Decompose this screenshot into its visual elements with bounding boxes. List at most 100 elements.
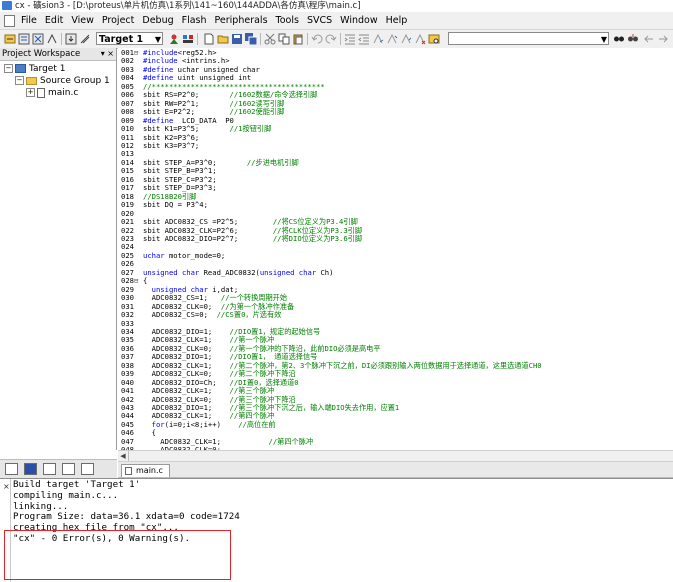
- find-in-files-icon[interactable]: [428, 33, 440, 45]
- code-line: 045 for(i=0;i<8;i++) //高位在前: [118, 419, 542, 429]
- save-all-icon[interactable]: [245, 33, 257, 45]
- code-comment: //1按钮引脚: [229, 124, 272, 134]
- find-select[interactable]: ▼: [448, 32, 609, 45]
- panel-close-button[interactable]: ▾ ×: [101, 48, 114, 60]
- target-icon: [15, 64, 26, 73]
- menu-item-file[interactable]: File: [17, 12, 41, 29]
- scroll-left-icon[interactable]: ◀: [118, 451, 129, 461]
- menu-item-project[interactable]: Project: [98, 12, 139, 29]
- window-title-bar: cx - 礦sion3 - [D:\proteus\单片机仿真\1系列\141~…: [0, 0, 673, 12]
- horizontal-scrollbar[interactable]: ◀: [118, 450, 673, 462]
- code-line: 027 unsigned char Read_ADC0832(unsigned …: [118, 267, 542, 277]
- files-tab-icon[interactable]: [5, 463, 18, 475]
- menu-item-svcs[interactable]: SVCS: [303, 12, 336, 29]
- incremental-find-icon[interactable]: [627, 33, 639, 45]
- menu-item-peripherals[interactable]: Peripherals: [211, 12, 272, 29]
- tree-item[interactable]: + main.c: [0, 87, 116, 99]
- project-workspace-panel: Project Workspace ▾ × − Target 1− Source G…: [0, 48, 117, 450]
- bookmark-icon[interactable]: [372, 33, 384, 45]
- code-comment: //高位在前: [238, 419, 276, 429]
- tree-item[interactable]: − Target 1: [0, 63, 116, 75]
- download-icon[interactable]: [65, 33, 77, 45]
- file-tab-main-c[interactable]: main.c: [121, 464, 170, 477]
- undo-icon[interactable]: [311, 33, 323, 45]
- code-line: 025 uchar motor_mode=0;: [118, 250, 542, 260]
- clear-bookmarks-icon[interactable]: [414, 33, 426, 45]
- code-line: 012 sbit K3=P3^7;: [118, 141, 542, 150]
- panel-header: Project Workspace ▾ ×: [0, 48, 116, 61]
- toolbar-separator: [307, 33, 308, 45]
- code-text: sbit DQ = P3^4;: [143, 200, 208, 210]
- file-tab-strip: main.c: [118, 462, 673, 478]
- tree-item[interactable]: − Source Group 1: [0, 75, 116, 87]
- c-file-icon: [125, 467, 132, 475]
- toolbar-separator: [61, 33, 62, 45]
- collapse-icon[interactable]: −: [4, 64, 13, 73]
- target-select-value: Target 1: [99, 34, 144, 45]
- forward-icon[interactable]: [657, 33, 669, 45]
- toolbar-separator: [260, 33, 261, 45]
- code-comment: //CS置0，片选有效: [216, 310, 282, 320]
- menu-item-debug[interactable]: Debug: [138, 12, 177, 29]
- code-comment: //1602使能引脚: [229, 107, 285, 117]
- code-comment: //第四个脉冲: [268, 436, 314, 446]
- code-editor[interactable]: 001⊟ #include<reg52.h> 002 #include <intri…: [118, 48, 673, 450]
- code-line: 032 ADC0832_CS=0; //CS置0，片选有效: [118, 310, 542, 320]
- cut-icon[interactable]: [264, 33, 276, 45]
- build-target-icon[interactable]: [4, 33, 16, 45]
- new-file-icon[interactable]: [203, 33, 215, 45]
- books-tab-icon[interactable]: [43, 463, 56, 475]
- save-icon[interactable]: [231, 33, 243, 45]
- menu-item-edit[interactable]: Edit: [41, 12, 67, 29]
- target-select[interactable]: Target 1 ▼: [96, 32, 163, 45]
- menu-item-window[interactable]: Window: [336, 12, 381, 29]
- file-icon: [37, 87, 45, 98]
- code-text: Ch): [316, 267, 334, 277]
- functions-tab-icon[interactable]: [62, 463, 75, 475]
- regs-tab-icon[interactable]: [24, 463, 37, 475]
- menu-item-flash[interactable]: Flash: [178, 12, 211, 29]
- menu-bar: File Edit View Project Debug Flash Peripherals…: [0, 12, 673, 30]
- unindent-icon[interactable]: [358, 33, 370, 45]
- app-icon: [2, 1, 12, 10]
- code-comment: //步进电机引脚: [246, 157, 299, 167]
- menu-item-view[interactable]: View: [67, 12, 98, 29]
- menu-item-tools[interactable]: Tools: [272, 12, 303, 29]
- code-text: motor_mode=0;: [164, 250, 226, 260]
- target-options-icon[interactable]: [168, 33, 180, 45]
- code-text: Read_ADC0832(: [199, 267, 260, 277]
- paste-icon[interactable]: [292, 33, 304, 45]
- panel-title: Project Workspace: [2, 49, 81, 59]
- code-keyword: unsigned char: [259, 267, 317, 277]
- indent-icon[interactable]: [344, 33, 356, 45]
- open-file-icon[interactable]: [217, 33, 229, 45]
- code-text: ADC0832_CS=0;: [143, 310, 217, 320]
- panel-tab-strip: [0, 459, 117, 478]
- code-line: 019 sbit DQ = P3^4;: [118, 200, 542, 210]
- toolbar-separator: [340, 33, 341, 45]
- chevron-down-icon: ▼: [154, 35, 161, 44]
- back-icon[interactable]: [643, 33, 655, 45]
- expand-icon[interactable]: +: [26, 88, 35, 97]
- translate-icon[interactable]: [46, 33, 58, 45]
- rebuild-icon[interactable]: [18, 33, 30, 45]
- toolbar: Target 1 ▼ ▼: [0, 30, 673, 49]
- chevron-down-icon: ▼: [600, 35, 607, 44]
- options-icon[interactable]: [79, 33, 91, 45]
- redo-icon[interactable]: [325, 33, 337, 45]
- copy-icon[interactable]: [278, 33, 290, 45]
- prev-bookmark-icon[interactable]: [386, 33, 398, 45]
- tree-item-label: Target 1: [29, 64, 66, 74]
- output-close-icon[interactable]: ×: [3, 482, 10, 491]
- menu-item-help[interactable]: Help: [382, 12, 412, 29]
- components-icon[interactable]: [182, 33, 194, 45]
- batch-build-icon[interactable]: [32, 33, 44, 45]
- next-bookmark-icon[interactable]: [400, 33, 412, 45]
- code-keyword: uchar: [143, 250, 165, 260]
- templates-tab-icon[interactable]: [81, 463, 94, 475]
- file-tab-label: main.c: [136, 466, 163, 475]
- collapse-icon[interactable]: −: [15, 76, 24, 85]
- window-title: cx - 礦sion3 - [D:\proteus\单片机仿真\1系列\141~…: [15, 1, 361, 11]
- output-line: compiling main.c...: [13, 489, 119, 501]
- find-icon[interactable]: [613, 33, 625, 45]
